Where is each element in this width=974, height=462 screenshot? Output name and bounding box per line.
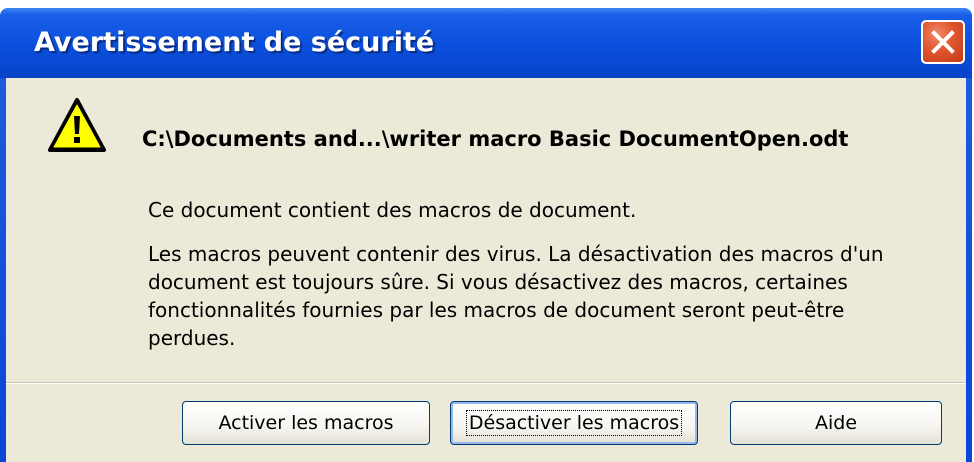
separator (6, 382, 966, 384)
message-line: document est toujours sûre. Si vous désa… (148, 270, 848, 294)
screen: Avertissement de sécurité C:\Documents a… (0, 0, 974, 462)
disable-macros-label: Désactiver les macros (465, 410, 683, 436)
enable-macros-button[interactable]: Activer les macros (182, 401, 430, 445)
message-body: Les macros peuvent contenir des virus. L… (148, 240, 948, 352)
enable-macros-label: Activer les macros (218, 412, 394, 434)
message-intro: Ce document contient des macros de docum… (148, 198, 637, 222)
dialog-body: C:\Documents and...\writer macro Basic D… (6, 78, 966, 462)
close-button[interactable] (921, 20, 965, 64)
title-bar[interactable]: Avertissement de sécurité (0, 8, 972, 78)
dialog-title: Avertissement de sécurité (34, 27, 435, 58)
message-line: fonctionnalités fournies par les macros … (148, 298, 845, 322)
disable-macros-button[interactable]: Désactiver les macros (450, 401, 698, 445)
file-path: C:\Documents and...\writer macro Basic D… (142, 127, 849, 151)
warning-icon (48, 98, 106, 152)
help-label: Aide (814, 412, 858, 434)
message-line: Les macros peuvent contenir des virus. L… (148, 242, 884, 266)
security-warning-dialog: Avertissement de sécurité C:\Documents a… (0, 8, 972, 462)
message-line: perdues. (148, 326, 236, 350)
help-button[interactable]: Aide (730, 401, 942, 445)
close-icon (931, 30, 955, 54)
